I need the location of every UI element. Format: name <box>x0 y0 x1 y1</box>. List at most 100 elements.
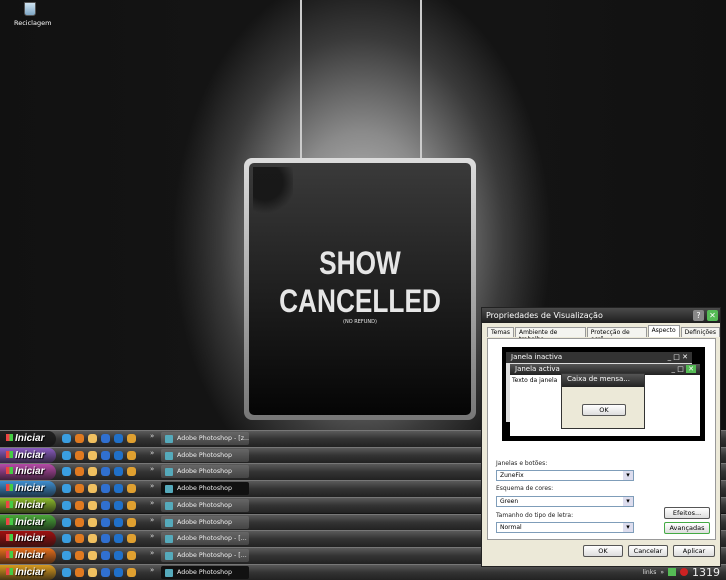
messenger-icon[interactable] <box>88 567 97 577</box>
font-size-select[interactable]: Normal <box>496 522 634 533</box>
taskbar-button-photoshop[interactable]: Adobe Photoshop - [... <box>161 548 249 562</box>
taskbar-button-photoshop[interactable]: Adobe Photoshop <box>161 565 249 579</box>
effects-button[interactable]: Efeitos... <box>664 507 710 519</box>
start-button[interactable]: Iniciar <box>0 531 56 547</box>
winamp-icon[interactable] <box>101 517 110 527</box>
flash-icon[interactable] <box>127 500 136 510</box>
media-icon[interactable] <box>114 450 123 460</box>
taskbar-button-photoshop[interactable]: Adobe Photoshop <box>161 448 249 462</box>
firefox-icon[interactable] <box>75 500 84 510</box>
start-button[interactable]: Iniciar <box>0 431 56 447</box>
firefox-icon[interactable] <box>75 450 84 460</box>
messenger-icon[interactable] <box>88 434 97 443</box>
cancel-button[interactable]: Cancelar <box>628 545 668 557</box>
help-button[interactable]: ? <box>693 310 704 321</box>
messenger-icon[interactable] <box>88 534 97 544</box>
internet-explorer-icon[interactable] <box>62 434 71 443</box>
flash-icon[interactable] <box>127 434 136 443</box>
tab-4[interactable]: Definições <box>680 327 720 337</box>
start-button[interactable]: Iniciar <box>0 547 56 564</box>
start-button[interactable]: Iniciar <box>0 514 56 531</box>
tab-0[interactable]: Temas <box>487 327 514 337</box>
quick-launch-chevron[interactable]: » <box>150 449 154 457</box>
links-toolbar[interactable]: links <box>643 569 657 576</box>
tray-chevron[interactable]: » <box>660 569 664 576</box>
ok-button[interactable]: OK <box>583 545 623 557</box>
close-button[interactable]: ✕ <box>707 310 718 321</box>
tab-3[interactable]: Aspecto <box>647 325 680 337</box>
internet-explorer-icon[interactable] <box>62 550 71 560</box>
firefox-icon[interactable] <box>75 550 84 560</box>
internet-explorer-icon[interactable] <box>62 450 71 460</box>
tab-1[interactable]: Ambiente de trabalho <box>514 327 586 343</box>
media-icon[interactable] <box>114 567 123 577</box>
quick-launch-chevron[interactable]: » <box>150 516 154 524</box>
media-icon[interactable] <box>114 534 123 544</box>
taskbar-button-photoshop[interactable]: Adobe Photoshop <box>161 465 249 479</box>
internet-explorer-icon[interactable] <box>62 534 71 544</box>
flash-icon[interactable] <box>127 534 136 544</box>
messenger-icon[interactable] <box>88 500 97 510</box>
advanced-button[interactable]: Avançadas <box>664 522 710 534</box>
winamp-icon[interactable] <box>101 500 110 510</box>
quick-launch-chevron[interactable]: » <box>150 482 154 490</box>
messenger-icon[interactable] <box>88 467 97 477</box>
winamp-icon[interactable] <box>101 550 110 560</box>
winamp-icon[interactable] <box>101 484 110 494</box>
media-icon[interactable] <box>114 484 123 494</box>
quick-launch-chevron[interactable]: » <box>150 432 154 440</box>
flash-icon[interactable] <box>127 550 136 560</box>
start-button[interactable]: Iniciar <box>0 447 56 464</box>
messenger-icon[interactable] <box>88 484 97 494</box>
internet-explorer-icon[interactable] <box>62 500 71 510</box>
clock[interactable]: 1319 <box>692 566 720 579</box>
tab-2[interactable]: Protecção de ecrã <box>586 327 647 343</box>
quick-launch-chevron[interactable]: » <box>150 499 154 507</box>
firefox-icon[interactable] <box>75 434 84 443</box>
firefox-icon[interactable] <box>75 567 84 577</box>
internet-explorer-icon[interactable] <box>62 467 71 477</box>
start-button[interactable]: Iniciar <box>0 481 56 497</box>
firefox-icon[interactable] <box>75 534 84 544</box>
flash-icon[interactable] <box>127 450 136 460</box>
firefox-icon[interactable] <box>75 467 84 477</box>
media-icon[interactable] <box>114 500 123 510</box>
winamp-icon[interactable] <box>101 450 110 460</box>
media-icon[interactable] <box>114 467 123 477</box>
media-icon[interactable] <box>114 434 123 443</box>
winamp-icon[interactable] <box>101 534 110 544</box>
firefox-icon[interactable] <box>75 484 84 494</box>
media-icon[interactable] <box>114 517 123 527</box>
internet-explorer-icon[interactable] <box>62 567 71 577</box>
messenger-icon[interactable] <box>88 550 97 560</box>
flash-icon[interactable] <box>127 517 136 527</box>
firefox-icon[interactable] <box>75 517 84 527</box>
taskbar-button-photoshop[interactable]: Adobe Photoshop - [... <box>161 532 249 546</box>
flash-icon[interactable] <box>127 567 136 577</box>
quick-launch-chevron[interactable]: » <box>150 566 154 574</box>
messenger-icon[interactable] <box>88 450 97 460</box>
media-icon[interactable] <box>114 550 123 560</box>
messenger-icon[interactable] <box>88 517 97 527</box>
start-button[interactable]: Iniciar <box>0 464 56 481</box>
internet-explorer-icon[interactable] <box>62 517 71 527</box>
quick-launch-chevron[interactable]: » <box>150 465 154 473</box>
taskbar-button-photoshop[interactable]: Adobe Photoshop <box>161 482 249 496</box>
windows-select[interactable]: ZuneFix <box>496 470 634 481</box>
winamp-icon[interactable] <box>101 467 110 477</box>
internet-explorer-icon[interactable] <box>62 484 71 494</box>
taskbar-button-photoshop[interactable]: Adobe Photoshop <box>161 498 249 512</box>
quick-launch-chevron[interactable]: » <box>150 549 154 557</box>
start-button[interactable]: Iniciar <box>0 497 56 514</box>
taskbar-button-photoshop[interactable]: Adobe Photoshop - [z... <box>161 432 249 445</box>
flash-icon[interactable] <box>127 484 136 494</box>
scheme-select[interactable]: Green <box>496 496 634 507</box>
recycle-bin[interactable]: Reciclagem <box>14 2 51 27</box>
quick-launch-chevron[interactable]: » <box>150 532 154 540</box>
winamp-icon[interactable] <box>101 434 110 443</box>
taskbar-button-photoshop[interactable]: Adobe Photoshop <box>161 515 249 529</box>
start-button[interactable]: Iniciar <box>0 564 56 580</box>
flash-icon[interactable] <box>127 467 136 477</box>
apply-button[interactable]: Aplicar <box>673 545 715 557</box>
winamp-icon[interactable] <box>101 567 110 577</box>
